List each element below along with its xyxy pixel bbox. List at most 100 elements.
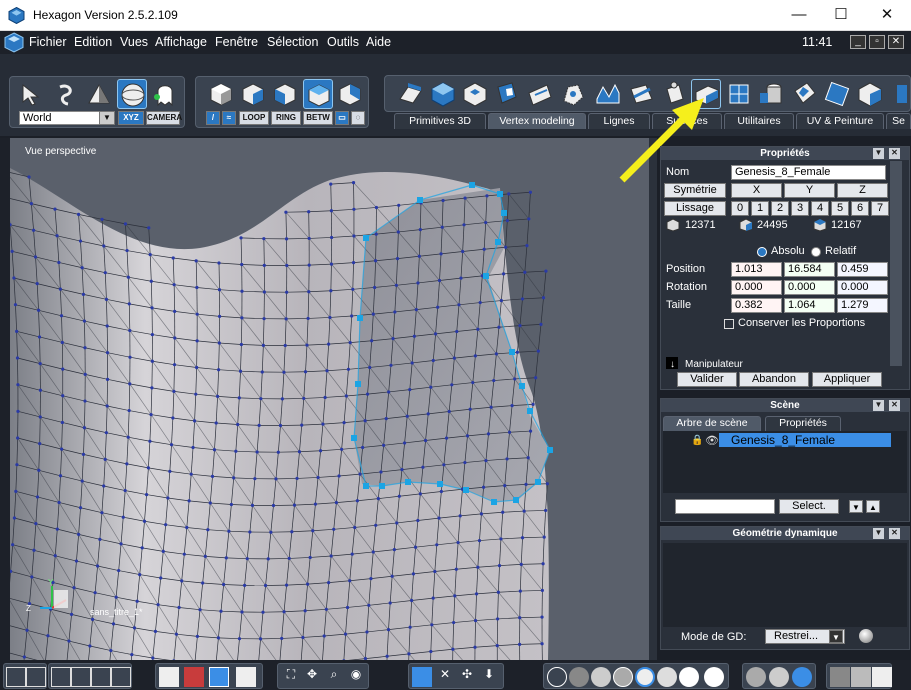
scene-close-icon[interactable]: ✕ (889, 400, 900, 411)
extrude-tool-icon[interactable] (395, 79, 425, 109)
mesh-vertex[interactable] (287, 556, 291, 561)
mesh-vertex[interactable] (497, 325, 501, 329)
mesh-vertex[interactable] (368, 365, 372, 370)
mesh-vertex[interactable] (386, 628, 391, 632)
mesh-vertex[interactable] (150, 332, 154, 337)
mesh-vertex[interactable] (57, 260, 61, 265)
mesh-vertex[interactable] (102, 244, 106, 248)
mesh-vertex[interactable] (450, 383, 454, 387)
mesh-vertex[interactable] (297, 450, 302, 454)
mesh-vertex[interactable] (525, 243, 529, 248)
mesh-vertex[interactable] (15, 356, 20, 360)
mesh-vertex[interactable] (303, 370, 308, 374)
mesh-vertex[interactable] (433, 332, 438, 336)
mesh-vertex[interactable] (150, 359, 154, 363)
rotation-y-field[interactable]: 0.000 (784, 280, 835, 295)
mesh-vertex[interactable] (486, 432, 491, 436)
shade-full-icon[interactable] (704, 667, 724, 687)
mesh-vertex[interactable] (144, 492, 149, 497)
mesh-vertex[interactable] (391, 337, 395, 341)
mesh-vertex[interactable] (307, 263, 311, 267)
select-button[interactable]: Select. (779, 499, 839, 514)
mesh-vertex[interactable] (361, 445, 365, 450)
mesh-vertex[interactable] (499, 537, 503, 541)
mesh-vertex[interactable] (38, 442, 42, 446)
mesh-vertex[interactable] (423, 438, 428, 443)
mesh-vertex[interactable] (494, 352, 498, 356)
scene-up-icon[interactable]: ▲ (866, 500, 880, 513)
mesh-vertex[interactable] (373, 285, 377, 290)
mesh-vertex[interactable] (148, 252, 152, 257)
mesh-vertex[interactable] (82, 426, 87, 430)
layout-quad-icon[interactable] (6, 667, 26, 687)
mesh-vertex[interactable] (382, 443, 386, 447)
mesh-vertex[interactable] (435, 543, 439, 547)
mesh-vertex[interactable] (15, 463, 19, 467)
display-box-icon[interactable] (830, 667, 850, 687)
ring-button[interactable]: RING (271, 111, 301, 125)
mesh-vertex[interactable] (257, 423, 261, 427)
mesh-vertex[interactable] (271, 503, 276, 508)
select-arrow-tool-icon[interactable] (16, 79, 46, 109)
mesh-vertex[interactable] (447, 409, 451, 414)
mesh-vertex[interactable] (153, 629, 158, 633)
mesh-vertex[interactable] (121, 515, 125, 519)
mesh-vertex[interactable] (481, 485, 486, 489)
mesh-vertex[interactable] (522, 509, 526, 513)
selected-vertex[interactable] (519, 383, 525, 389)
mesh-vertex[interactable] (507, 430, 512, 434)
mesh-vertex[interactable] (217, 368, 221, 372)
mdi-restore-button[interactable]: ▫ (869, 35, 885, 49)
cube-edit-icon[interactable] (855, 79, 885, 109)
mesh-vertex[interactable] (119, 542, 123, 546)
mesh-vertex[interactable] (534, 376, 538, 380)
mesh-vertex[interactable] (352, 234, 356, 238)
mesh-vertex[interactable] (545, 482, 549, 486)
manip-universal-icon[interactable]: ⬇ (479, 667, 499, 687)
mesh-vertex[interactable] (474, 592, 479, 596)
grid-table-icon[interactable] (236, 667, 256, 687)
selected-vertex[interactable] (535, 479, 541, 485)
mesh-vertex[interactable] (484, 220, 488, 225)
mesh-vertex[interactable] (540, 615, 544, 619)
mesh-vertex[interactable] (397, 203, 401, 207)
selected-vertex[interactable] (417, 197, 423, 203)
mesh-vertex[interactable] (161, 549, 165, 553)
mesh-vertex[interactable] (172, 389, 176, 393)
mesh-vertex[interactable] (430, 623, 434, 627)
mesh-vertex[interactable] (217, 288, 222, 292)
eye-icon[interactable]: ◉ (346, 667, 366, 687)
mesh-vertex[interactable] (217, 261, 221, 265)
selected-vertex[interactable] (495, 239, 501, 245)
mesh-vertex[interactable] (135, 599, 139, 603)
mesh-vertex[interactable] (518, 589, 522, 593)
mesh-vertex[interactable] (222, 582, 226, 587)
mesh-vertex[interactable] (495, 643, 499, 648)
mesh-vertex[interactable] (103, 457, 107, 461)
mesh-vertex[interactable] (10, 249, 14, 253)
mesh-vertex[interactable] (214, 421, 218, 425)
mesh-vertex[interactable] (518, 616, 522, 620)
mesh-vertex[interactable] (81, 292, 86, 296)
tab-more[interactable]: Se (886, 113, 911, 129)
mesh-vertex[interactable] (224, 556, 228, 560)
mesh-vertex[interactable] (429, 649, 433, 654)
mesh-vertex[interactable] (344, 394, 348, 398)
mdi-close-button[interactable]: ✕ (888, 35, 904, 49)
mesh-vertex[interactable] (316, 475, 320, 480)
mesh-vertex[interactable] (171, 416, 175, 420)
mesh-vertex[interactable] (194, 259, 198, 263)
mesh-vertex[interactable] (234, 449, 238, 453)
mesh-vertex[interactable] (437, 516, 441, 520)
mesh-vertex[interactable] (452, 620, 456, 625)
auto-mode-icon[interactable] (335, 79, 365, 109)
ghost-select-icon[interactable] (150, 79, 180, 109)
mesh-vertex[interactable] (128, 355, 132, 359)
mesh-vertex[interactable] (185, 525, 189, 530)
mesh-vertex[interactable] (100, 217, 104, 221)
mesh-vertex[interactable] (421, 465, 425, 469)
shade-light-icon[interactable] (679, 667, 699, 687)
mesh-vertex[interactable] (194, 392, 198, 396)
mesh-vertex[interactable] (348, 341, 352, 345)
smoothing-level-7[interactable]: 7 (871, 201, 889, 216)
